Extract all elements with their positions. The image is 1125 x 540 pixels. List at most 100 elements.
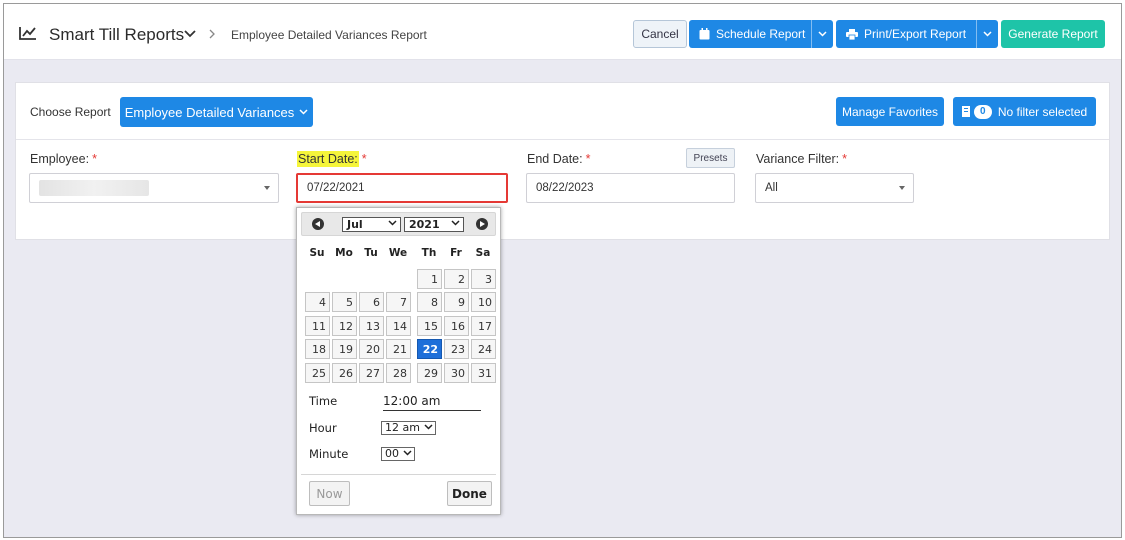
calendar-day[interactable]: 15 — [417, 316, 442, 336]
minute-label: Minute — [309, 447, 349, 461]
calendar-day[interactable]: 14 — [386, 316, 411, 336]
chevron-down-icon — [403, 450, 412, 456]
report-filter-card: Choose Report Employee Detailed Variance… — [15, 82, 1110, 240]
chevron-down-icon — [451, 220, 460, 226]
end-date-input[interactable]: 08/22/2023 — [526, 173, 735, 203]
hour-select[interactable]: 12 am — [381, 421, 436, 435]
calendar-day[interactable]: 17 — [471, 316, 496, 336]
schedule-report-button[interactable]: Schedule Report — [689, 20, 833, 48]
report-selector-button[interactable]: Employee Detailed Variances — [120, 97, 313, 127]
app-window: Smart Till Reports Employee Detailed Var… — [3, 3, 1122, 538]
time-label: Time — [309, 394, 338, 408]
end-date-label: End Date: * — [527, 152, 591, 166]
manage-favorites-button[interactable]: Manage Favorites — [836, 97, 944, 126]
calendar-day[interactable]: 27 — [359, 363, 384, 383]
calendar-day[interactable]: 2 — [444, 269, 469, 289]
divider — [16, 139, 1109, 140]
now-button[interactable]: Now — [309, 481, 350, 506]
calendar-day[interactable]: 3 — [471, 269, 496, 289]
calendar-day[interactable]: 31 — [471, 363, 496, 383]
print-export-button[interactable]: Print/Export Report — [836, 20, 998, 48]
line-chart-icon — [19, 27, 36, 40]
print-dropdown-toggle[interactable] — [976, 20, 998, 48]
calendar-day[interactable]: 18 — [305, 339, 330, 359]
weekday-header: Fr — [450, 247, 462, 259]
weekday-header: Su — [309, 247, 325, 259]
breadcrumb: Employee Detailed Variances Report — [231, 28, 427, 42]
caret-down-icon — [899, 186, 905, 190]
employee-label: Employee: * — [30, 152, 97, 166]
choose-report-label: Choose Report — [30, 105, 111, 119]
calendar-day[interactable]: 4 — [305, 292, 330, 312]
calendar-day[interactable]: 30 — [444, 363, 469, 383]
weekday-header: We — [388, 247, 408, 259]
start-date-input[interactable]: 07/22/2021 — [296, 173, 508, 203]
variance-filter-label: Variance Filter: * — [756, 152, 848, 166]
presets-button[interactable]: Presets — [686, 148, 735, 168]
employee-select[interactable] — [29, 173, 279, 203]
caret-down-icon — [264, 186, 270, 190]
done-button[interactable]: Done — [447, 481, 492, 506]
calendar-day[interactable]: 19 — [332, 339, 357, 359]
calendar-day[interactable]: 26 — [332, 363, 357, 383]
chevron-down-icon[interactable] — [184, 29, 196, 39]
variance-filter-select[interactable]: All — [755, 173, 914, 203]
hour-label: Hour — [309, 421, 337, 435]
start-date-label: Start Date: * — [297, 151, 367, 167]
printer-icon — [846, 28, 858, 40]
schedule-report-label: Schedule Report — [716, 27, 806, 41]
calendar-day[interactable]: 5 — [332, 292, 357, 312]
weekday-header: Mo — [335, 247, 353, 259]
calendar-day[interactable]: 20 — [359, 339, 384, 359]
year-select[interactable]: 2021 — [404, 217, 464, 232]
calendar-day[interactable]: 24 — [471, 339, 496, 359]
header-bar: Smart Till Reports Employee Detailed Var… — [4, 4, 1121, 60]
calendar-day[interactable]: 6 — [359, 292, 384, 312]
calendar-day[interactable]: 11 — [305, 316, 330, 336]
weekday-header: Tu — [364, 247, 378, 259]
weekday-header: Th — [421, 247, 437, 259]
divider — [301, 474, 496, 475]
chevron-down-icon — [388, 220, 397, 226]
calendar-day[interactable]: 23 — [444, 339, 469, 359]
filter-icon — [961, 106, 970, 117]
next-month-icon[interactable] — [476, 218, 488, 230]
calendar-day[interactable]: 12 — [332, 316, 357, 336]
calendar-icon — [699, 28, 710, 40]
chevron-down-icon — [818, 31, 827, 37]
calendar-day[interactable]: 28 — [386, 363, 411, 383]
calendar-day[interactable]: 1 — [417, 269, 442, 289]
variance-filter-value: All — [765, 182, 778, 194]
filter-button[interactable]: 0 No filter selected — [953, 97, 1096, 126]
chevron-down-icon — [983, 31, 992, 37]
filter-count-badge: 0 — [973, 104, 992, 119]
calendar-day[interactable]: 10 — [471, 292, 496, 312]
filter-label: No filter selected — [997, 104, 1088, 119]
datepicker-header: Jul 2021 — [301, 212, 496, 236]
calendar-day-selected[interactable]: 22 — [417, 339, 442, 359]
calendar-day[interactable]: 8 — [417, 292, 442, 312]
prev-month-icon[interactable] — [312, 218, 324, 230]
chevron-right-icon — [209, 29, 215, 39]
datepicker: Jul 2021 Su Mo Tu We Th Fr Sa 1 2 3 4 5 6 7 8 9 10 11 12 13… — [296, 207, 501, 515]
schedule-dropdown-toggle[interactable] — [811, 20, 833, 48]
print-export-label: Print/Export Report — [864, 27, 967, 41]
employee-value-redacted — [39, 180, 149, 196]
calendar-day[interactable]: 7 — [386, 292, 411, 312]
chevron-down-icon — [299, 109, 308, 115]
app-title: Smart Till Reports — [49, 25, 185, 44]
calendar-day[interactable]: 16 — [444, 316, 469, 336]
calendar-day[interactable]: 21 — [386, 339, 411, 359]
generate-report-button[interactable]: Generate Report — [1001, 20, 1105, 48]
weekday-header: Sa — [475, 247, 491, 259]
calendar-day[interactable]: 25 — [305, 363, 330, 383]
calendar-day[interactable]: 29 — [417, 363, 442, 383]
calendar-day[interactable]: 13 — [359, 316, 384, 336]
chevron-down-icon — [424, 424, 433, 430]
calendar-day[interactable]: 9 — [444, 292, 469, 312]
cancel-button[interactable]: Cancel — [633, 20, 687, 48]
minute-select[interactable]: 00 — [381, 447, 415, 461]
month-select[interactable]: Jul — [342, 217, 401, 232]
report-selector-label: Employee Detailed Variances — [124, 104, 295, 120]
time-value: 12:00 am — [383, 394, 481, 411]
